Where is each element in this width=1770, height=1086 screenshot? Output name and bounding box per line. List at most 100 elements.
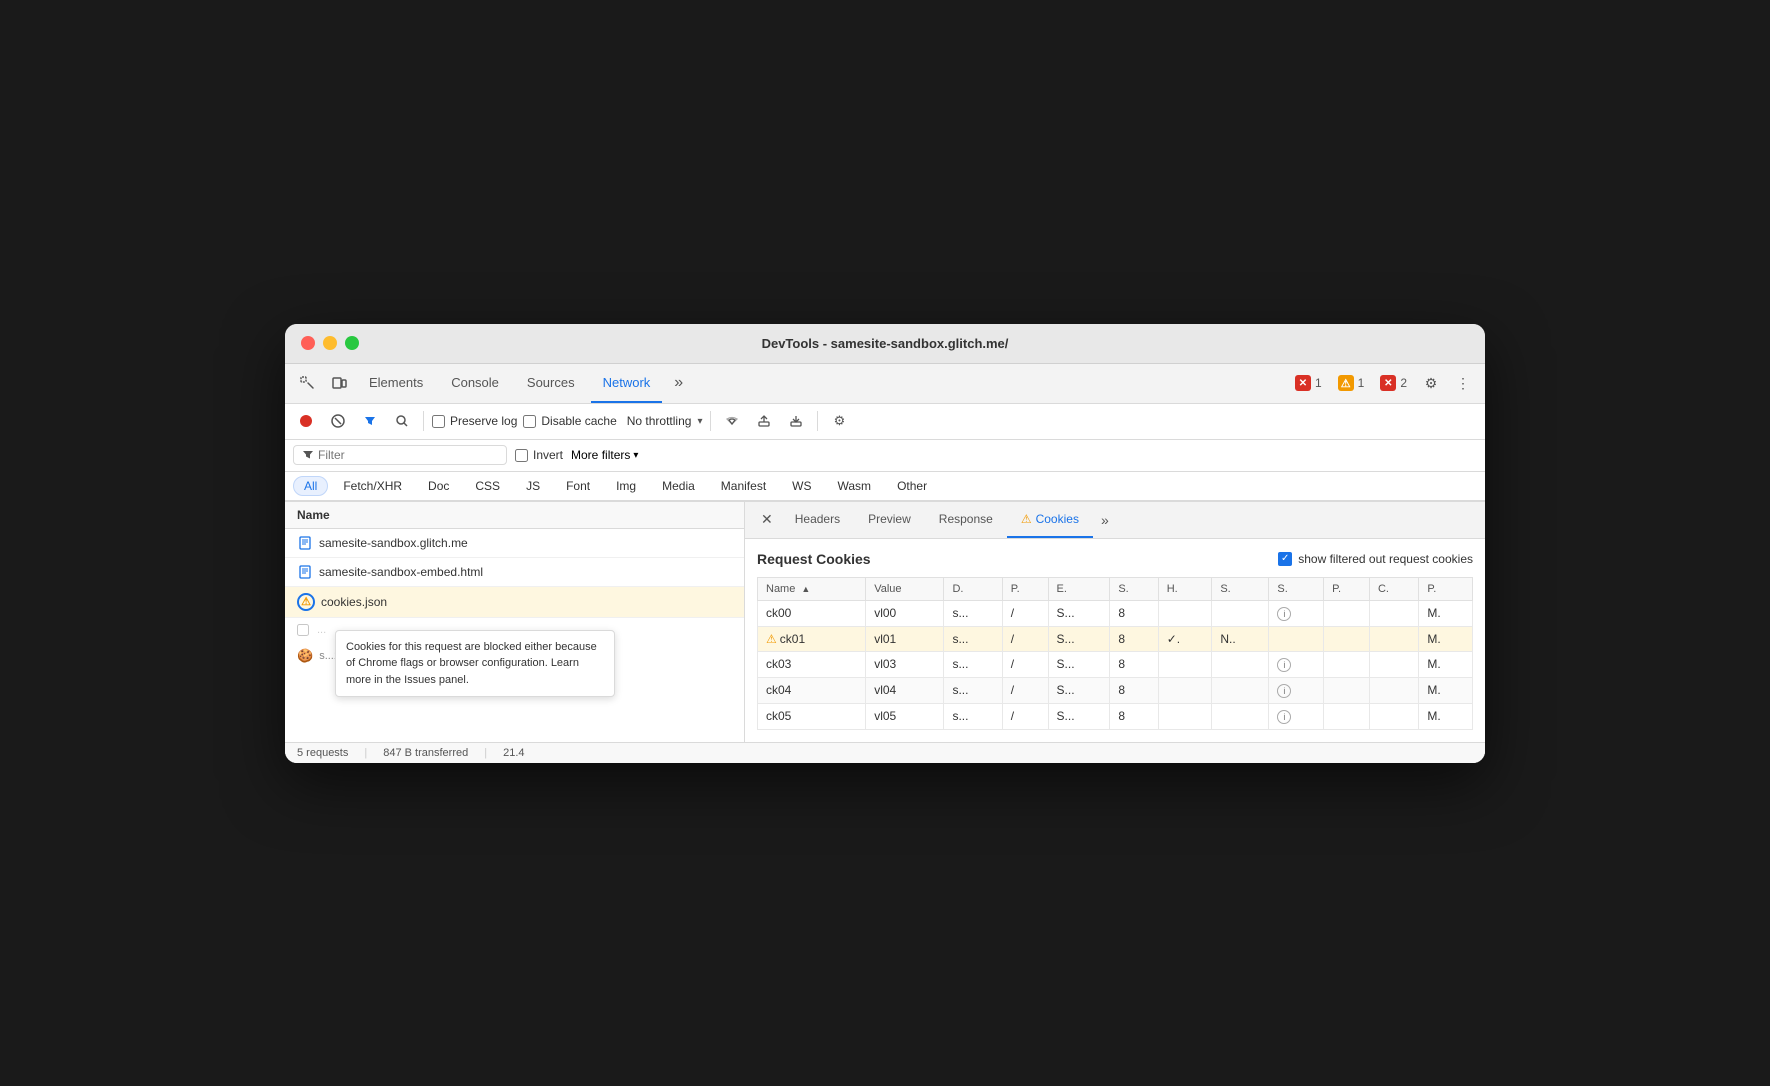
titlebar: DevTools - samesite-sandbox.glitch.me/ <box>285 324 1485 364</box>
disable-cache-label[interactable]: Disable cache <box>523 414 616 428</box>
upload-icon[interactable] <box>751 408 777 434</box>
table-row[interactable]: ck00 vl00 s... / S... 8 i <box>758 600 1473 626</box>
tab-sources[interactable]: Sources <box>515 363 587 403</box>
col-p[interactable]: P. <box>1002 577 1048 600</box>
table-row[interactable]: ck04 vl04 s... / S... 8 i <box>758 677 1473 703</box>
request-item-selected[interactable]: ⚠ cookies.json <box>285 587 744 618</box>
minimize-button[interactable] <box>323 336 337 350</box>
table-row[interactable]: ck05 vl05 s... / S... 8 i <box>758 703 1473 729</box>
invert-label[interactable]: Invert <box>515 448 563 462</box>
throttle-control[interactable]: No throttling ▾ <box>623 412 703 430</box>
tab-headers[interactable]: Headers <box>781 502 854 538</box>
filter-other[interactable]: Other <box>886 476 938 496</box>
clear-button[interactable] <box>325 408 351 434</box>
partial-checkbox[interactable] <box>297 624 309 636</box>
request-name: samesite-sandbox-embed.html <box>319 565 483 579</box>
col-e[interactable]: E. <box>1048 577 1110 600</box>
settings-icon[interactable]: ⚙ <box>1417 369 1445 397</box>
cell-d: s... <box>944 677 1002 703</box>
info-icon[interactable]: i <box>1277 710 1291 724</box>
panel-tabs-more[interactable]: » <box>1093 512 1117 528</box>
table-row[interactable]: ⚠ck01 vl01 s... / S... 8 ✓. N.. <box>758 626 1473 651</box>
search-button[interactable] <box>389 408 415 434</box>
cell-s2 <box>1212 651 1269 677</box>
filter-fetch-xhr[interactable]: Fetch/XHR <box>332 476 413 496</box>
record-button[interactable] <box>293 408 319 434</box>
network-settings-icon[interactable]: ⚙ <box>826 408 852 434</box>
col-name[interactable]: Name ▲ <box>758 577 866 600</box>
tab-network[interactable]: Network <box>591 363 663 403</box>
tab-elements[interactable]: Elements <box>357 363 435 403</box>
filter-js[interactable]: JS <box>515 476 551 496</box>
filter-wasm[interactable]: Wasm <box>827 476 883 496</box>
more-filters-btn[interactable]: More filters ▾ <box>571 448 638 462</box>
filter-ws[interactable]: WS <box>781 476 822 496</box>
main-toolbar: Elements Console Sources Network » ✕ 1 ⚠… <box>285 364 1485 404</box>
request-item[interactable]: samesite-sandbox-embed.html <box>285 558 744 587</box>
inspect-icon[interactable] <box>293 369 321 397</box>
filter-font[interactable]: Font <box>555 476 601 496</box>
col-s2[interactable]: S. <box>1212 577 1269 600</box>
info-icon[interactable]: i <box>1277 658 1291 672</box>
tab-cookies[interactable]: ⚠ Cookies <box>1007 502 1093 538</box>
col-s3[interactable]: S. <box>1269 577 1324 600</box>
network-toolbar: Preserve log Disable cache No throttling… <box>285 404 1485 440</box>
close-button[interactable] <box>301 336 315 350</box>
filter-manifest[interactable]: Manifest <box>710 476 777 496</box>
warning-count-label: 1 <box>1358 376 1365 390</box>
disable-cache-text: Disable cache <box>541 414 616 428</box>
filter-media[interactable]: Media <box>651 476 706 496</box>
more-icon[interactable]: ⋮ <box>1449 369 1477 397</box>
col-p2[interactable]: P. <box>1324 577 1370 600</box>
close-panel-button[interactable]: ✕ <box>753 511 781 528</box>
cell-name: ck00 <box>758 600 866 626</box>
invert-checkbox[interactable] <box>515 449 528 462</box>
download-icon[interactable] <box>783 408 809 434</box>
preserve-log-label[interactable]: Preserve log <box>432 414 517 428</box>
filter-css[interactable]: CSS <box>464 476 511 496</box>
col-d[interactable]: D. <box>944 577 1002 600</box>
throttle-label: No throttling <box>623 412 696 430</box>
cell-h <box>1158 677 1212 703</box>
cell-p: / <box>1002 651 1048 677</box>
filter-all[interactable]: All <box>293 476 328 496</box>
cell-value: vl00 <box>866 600 944 626</box>
issues-count[interactable]: ✕ 2 <box>1374 373 1413 393</box>
error-count[interactable]: ✕ 1 <box>1289 373 1328 393</box>
col-h[interactable]: H. <box>1158 577 1212 600</box>
panel-tabs: ✕ Headers Preview Response ⚠ Cookies » <box>745 502 1485 539</box>
table-row[interactable]: ck03 vl03 s... / S... 8 i <box>758 651 1473 677</box>
tab-response[interactable]: Response <box>925 502 1007 538</box>
filter-doc[interactable]: Doc <box>417 476 460 496</box>
cell-h: ✓. <box>1158 626 1212 651</box>
col-p3[interactable]: P. <box>1419 577 1473 600</box>
cell-s1: 8 <box>1110 703 1158 729</box>
filter-input[interactable] <box>318 448 498 462</box>
cell-c <box>1369 626 1418 651</box>
filter-button[interactable] <box>357 408 383 434</box>
requests-header: Name <box>285 502 744 529</box>
filter-input-container[interactable] <box>293 445 507 465</box>
maximize-button[interactable] <box>345 336 359 350</box>
col-s1[interactable]: S. <box>1110 577 1158 600</box>
tab-preview[interactable]: Preview <box>854 502 925 538</box>
device-icon[interactable] <box>325 369 353 397</box>
show-filtered-label[interactable]: ✓ show filtered out request cookies <box>1278 552 1473 566</box>
col-c[interactable]: C. <box>1369 577 1418 600</box>
tabs-more-icon[interactable]: » <box>666 374 691 392</box>
col-value[interactable]: Value <box>866 577 944 600</box>
throttle-dropdown-icon[interactable]: ▾ <box>697 416 702 427</box>
warning-count[interactable]: ⚠ 1 <box>1332 373 1371 393</box>
online-icon[interactable] <box>719 408 745 434</box>
cell-p2 <box>1324 703 1370 729</box>
tab-console[interactable]: Console <box>439 363 511 403</box>
info-icon[interactable]: i <box>1277 684 1291 698</box>
show-filtered-checkbox[interactable]: ✓ <box>1278 552 1292 566</box>
cookies-content: Request Cookies ✓ show filtered out requ… <box>745 539 1485 742</box>
disable-cache-checkbox[interactable] <box>523 415 536 428</box>
filter-types-bar: All Fetch/XHR Doc CSS JS Font Img Media … <box>285 472 1485 501</box>
filter-img[interactable]: Img <box>605 476 647 496</box>
info-icon[interactable]: i <box>1277 607 1291 621</box>
preserve-log-checkbox[interactable] <box>432 415 445 428</box>
request-item[interactable]: samesite-sandbox.glitch.me <box>285 529 744 558</box>
